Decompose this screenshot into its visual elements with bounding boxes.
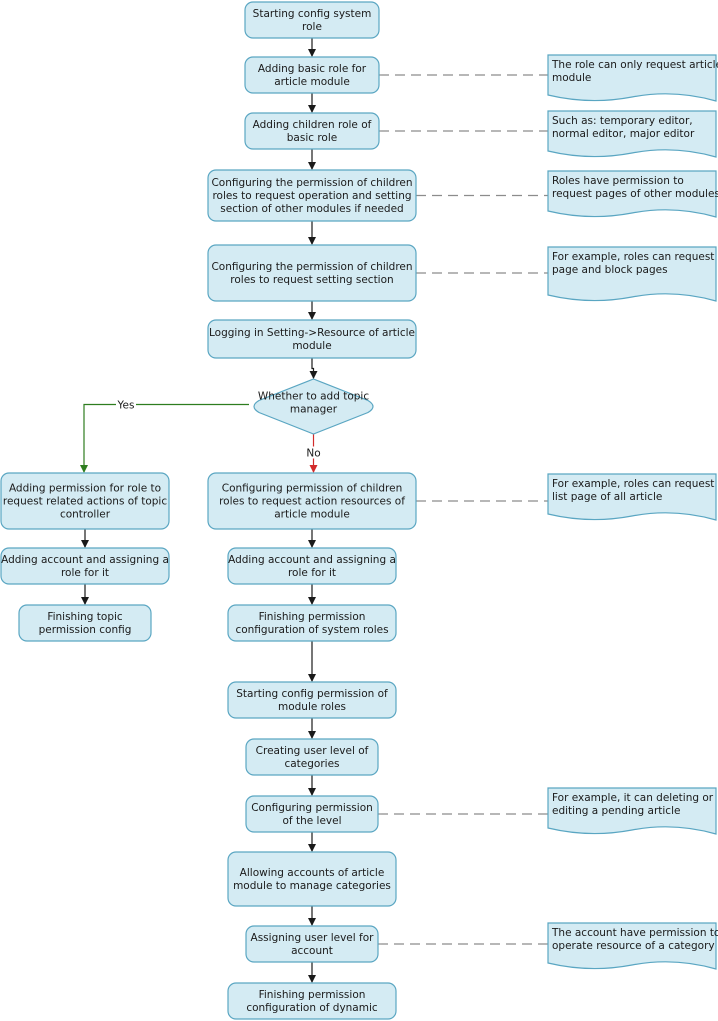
process-node-n11[interactable]: Creating user level of categories [245,738,379,776]
label-text: The account have permission to operate re… [551,927,718,952]
label-text: Configuring the permission of children ro… [211,261,412,286]
annotation-note-c4: For example, roles can request page and b… [547,246,717,302]
annotation-note-c5: For example, roles can request list page … [547,473,717,521]
process-node-n13[interactable]: Allowing accounts of article module to ma… [227,851,397,907]
process-node-n4[interactable]: Configuring the permission of children ro… [207,169,417,222]
node-layer: Starting config system role Adding basic r… [0,1,417,1020]
annotation-note-c6: For example, it can deleting or editing a… [547,787,717,835]
process-node-n10[interactable]: Starting config permission of module role… [227,681,397,719]
process-node-n14[interactable]: Assigning user level for account [245,925,379,963]
decision-node-d1[interactable]: Whether to add topic manager [253,378,374,435]
flowchart-canvas: Yes No Starting config system role Adding b… [0,1,718,1020]
process-node-n2[interactable]: Adding basic role for article module [244,56,380,94]
annotation-note-c3: Roles have permission to request pages of… [547,170,718,218]
process-node-n9[interactable]: Finishing permission configuration of sys… [227,604,397,642]
process-node-n15[interactable]: Finishing permission configuration of dyn… [227,982,397,1020]
annotation-note-c2: Such as: temporary editor, normal editor,… [547,110,717,158]
label-text: Finishing topic permission config [39,611,132,636]
no-label: No [306,448,320,460]
process-node-l1[interactable]: Adding permission for role to request rel… [0,472,170,530]
process-node-l2[interactable]: Adding account and assigning a role for i… [0,547,170,585]
edge-n6-d1 [309,358,318,379]
yes-arrow [80,403,249,473]
label-text: Such as: temporary editor, normal editor,… [552,115,695,140]
flow-arrow [309,358,318,379]
process-node-n8[interactable]: Adding account and assigning a role for i… [227,547,397,585]
yes-label: Yes [117,400,135,412]
annotation-note-c7: The account have permission to operate re… [547,922,718,970]
process-node-n12[interactable]: Configuring permission of the level [245,795,379,833]
note-layer: The role can only request article module S… [547,54,718,970]
process-node-l3[interactable]: Finishing topic permission config [18,604,152,642]
edge-d1-l1: Yes [80,397,249,473]
process-node-n3[interactable]: Adding children role of basic role [244,112,380,150]
edge-d1-n7: No [303,434,324,473]
process-node-n6[interactable]: Logging in Setting->Resource of article m… [207,319,417,359]
process-node-n7[interactable]: Configuring permission of children roles … [207,472,417,530]
label-text: Finishing permission configuration of dyn… [246,989,378,1014]
label-text: Configuring the permission of children ro… [211,177,412,215]
process-node-n5[interactable]: Configuring the permission of children ro… [207,244,417,302]
process-node-n1[interactable]: Starting config system role [244,1,380,39]
annotation-note-c1: The role can only request article module [547,54,718,102]
label-text: Allowing accounts of article module to ma… [233,867,391,892]
